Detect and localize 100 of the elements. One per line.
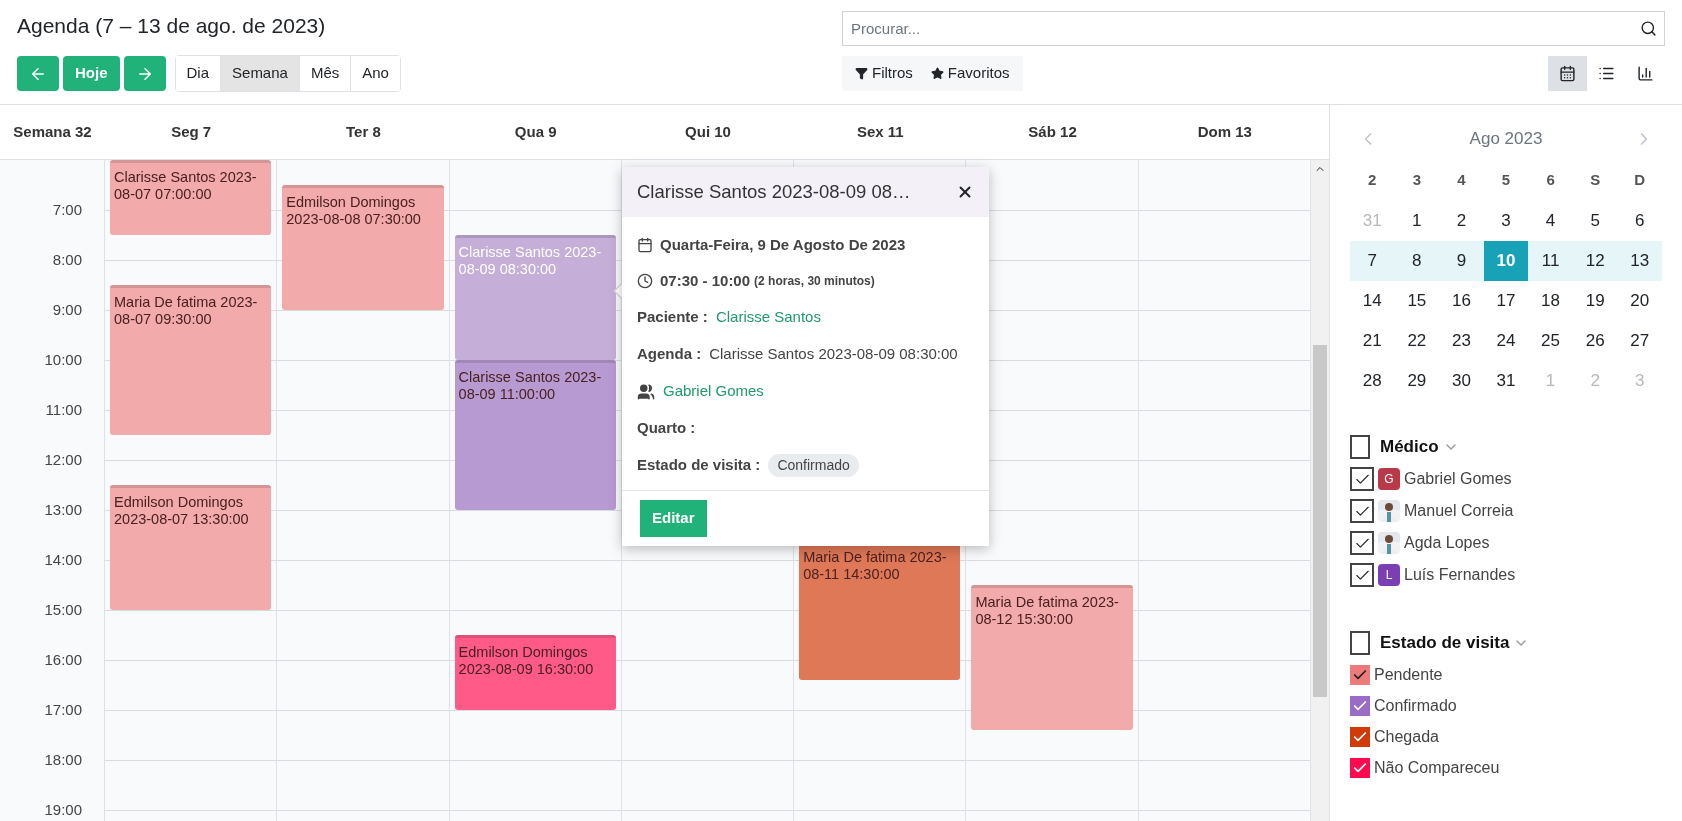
day-header: Dom 13 — [1196, 121, 1253, 142]
calendar-day[interactable]: 25 — [1528, 321, 1573, 361]
calendar-day[interactable]: 17 — [1483, 281, 1529, 321]
hour-label: 7:00 — [52, 200, 82, 220]
checkbox[interactable] — [1350, 757, 1370, 778]
day-header: Qua 9 — [513, 121, 558, 142]
calendar-event[interactable]: Maria De fatima 2023-08-12 15:30:00 — [971, 585, 1133, 730]
patient-link[interactable]: Clarisse Santos — [715, 306, 821, 329]
calendar-day[interactable]: 20 — [1617, 281, 1662, 321]
checkbox[interactable] — [1350, 435, 1370, 459]
search-field[interactable]: Procurar... — [842, 11, 1665, 46]
calendar-day[interactable]: 29 — [1394, 361, 1440, 401]
next-button[interactable] — [123, 56, 166, 91]
hour-label: 14:00 — [44, 550, 82, 570]
calendar-day[interactable]: 16 — [1439, 281, 1484, 321]
calendar-day[interactable]: 21 — [1350, 321, 1395, 361]
hour-label: 15:00 — [44, 600, 82, 620]
avatar: G — [1378, 468, 1400, 490]
checkbox[interactable] — [1350, 726, 1370, 747]
calendar-day[interactable]: 14 — [1350, 281, 1395, 321]
field-value: Clarisse Santos 2023-08-09 08:30:00 — [709, 344, 958, 365]
scrollbar-thumb[interactable] — [1312, 345, 1327, 697]
calendar-event[interactable]: Edmilson Domingos 2023-08-08 07:30:00 — [282, 185, 444, 310]
field-label: Paciente : — [637, 307, 708, 328]
calendar-day[interactable]: 2 — [1439, 201, 1484, 241]
calendar-day[interactable]: 19 — [1572, 281, 1618, 321]
calendar-day[interactable]: 11 — [1528, 241, 1573, 281]
calendar-event[interactable]: Clarisse Santos 2023-08-07 07:00:00 — [110, 160, 272, 235]
checkbox[interactable] — [1350, 631, 1370, 655]
calendar-day[interactable]: 8 — [1394, 241, 1440, 281]
filter-option-label: Chegada — [1374, 726, 1439, 747]
filter-title: Médico — [1380, 436, 1439, 459]
scale-tab[interactable]: Dia — [175, 56, 222, 91]
weekday-label: 3 — [1411, 169, 1422, 190]
calendar-event[interactable]: Clarisse Santos 2023-08-09 11:00:00 — [454, 360, 616, 510]
scale-tab[interactable]: Semana — [221, 56, 300, 91]
calendar-day[interactable]: 13 — [1617, 241, 1662, 281]
filter-option-label: Agda Lopes — [1404, 533, 1490, 553]
day-header: Ter 8 — [345, 121, 382, 142]
weekday-label: S — [1589, 169, 1602, 190]
calendar-day[interactable]: 4 — [1528, 201, 1573, 241]
filter-option-label: Pendente — [1374, 664, 1443, 685]
calendar-day[interactable]: 1 — [1394, 201, 1440, 241]
week-number: Semana 32 — [12, 121, 93, 142]
filter-option-label: Gabriel Gomes — [1404, 469, 1512, 489]
calendar-day[interactable]: 28 — [1350, 361, 1395, 401]
field-label: Agenda : — [637, 344, 702, 365]
hour-label: 8:00 — [52, 250, 82, 270]
calendar-event[interactable]: Maria De fatima 2023-08-07 09:30:00 — [110, 285, 272, 435]
checkbox[interactable] — [1350, 695, 1370, 716]
calendar-day[interactable]: 12 — [1572, 241, 1618, 281]
hour-label: 16:00 — [44, 650, 82, 670]
clock-icon — [637, 273, 653, 289]
hour-label: 17:00 — [44, 700, 82, 720]
field-label: Estado de visita : — [637, 455, 761, 476]
calendar-day[interactable]: 27 — [1617, 321, 1662, 361]
calendar-icon — [1559, 65, 1576, 82]
calendar-event[interactable]: Edmilson Domingos 2023-08-07 13:30:00 — [110, 485, 272, 610]
hour-label: 9:00 — [52, 300, 82, 320]
hour-label: 19:00 — [44, 800, 82, 820]
filter-option-label: Manuel Correia — [1404, 501, 1514, 521]
calendar-icon — [637, 237, 653, 253]
avatar: L — [1378, 564, 1400, 586]
people-icon — [637, 382, 655, 401]
calendar-day[interactable]: 15 — [1394, 281, 1440, 321]
star-icon — [930, 67, 944, 80]
checkbox[interactable] — [1350, 499, 1374, 523]
calendar-day[interactable]: 30 — [1439, 361, 1484, 401]
calendar-day[interactable]: 22 — [1394, 321, 1440, 361]
attendee-link[interactable]: Gabriel Gomes — [663, 380, 764, 403]
checkbox[interactable] — [1350, 467, 1374, 491]
checkbox[interactable] — [1350, 563, 1374, 587]
hour-label: 13:00 — [44, 500, 82, 520]
calendar-day[interactable]: 7 — [1350, 241, 1395, 281]
weekday-label: D — [1633, 169, 1647, 190]
status-badge: Confirmado — [768, 454, 859, 477]
calendar-day[interactable]: 26 — [1572, 321, 1618, 361]
field-label: Quarto : — [637, 418, 696, 439]
calendar-day[interactable]: 5 — [1572, 201, 1618, 241]
calendar-day[interactable]: 6 — [1617, 201, 1662, 241]
filters-button[interactable]: Filtros — [846, 56, 922, 91]
calendar-day[interactable]: 24 — [1483, 321, 1529, 361]
checkbox[interactable] — [1350, 531, 1374, 555]
calendar-event[interactable]: Edmilson Domingos 2023-08-09 16:30:00 — [454, 635, 616, 710]
calendar-day[interactable]: 3 — [1483, 201, 1529, 241]
calendar-day[interactable]: 23 — [1439, 321, 1484, 361]
day-header: Seg 7 — [170, 121, 213, 142]
calendar-day[interactable]: 31 — [1483, 361, 1529, 401]
view-switch-button[interactable] — [1548, 56, 1587, 91]
month-title: Ago 2023 — [1469, 128, 1543, 151]
checkbox[interactable] — [1350, 664, 1370, 685]
favorites-button[interactable]: Favoritos — [921, 56, 1019, 91]
calendar-day[interactable]: 18 — [1528, 281, 1573, 321]
hour-label: 11:00 — [45, 400, 82, 420]
hour-label: 10:00 — [44, 350, 82, 370]
filter-option-label: Luís Fernandes — [1404, 565, 1516, 585]
weekday-label: 2 — [1367, 169, 1378, 190]
calendar-day[interactable]: 9 — [1439, 241, 1484, 281]
weekday-label: 6 — [1545, 169, 1556, 190]
search-icon — [1640, 20, 1657, 37]
